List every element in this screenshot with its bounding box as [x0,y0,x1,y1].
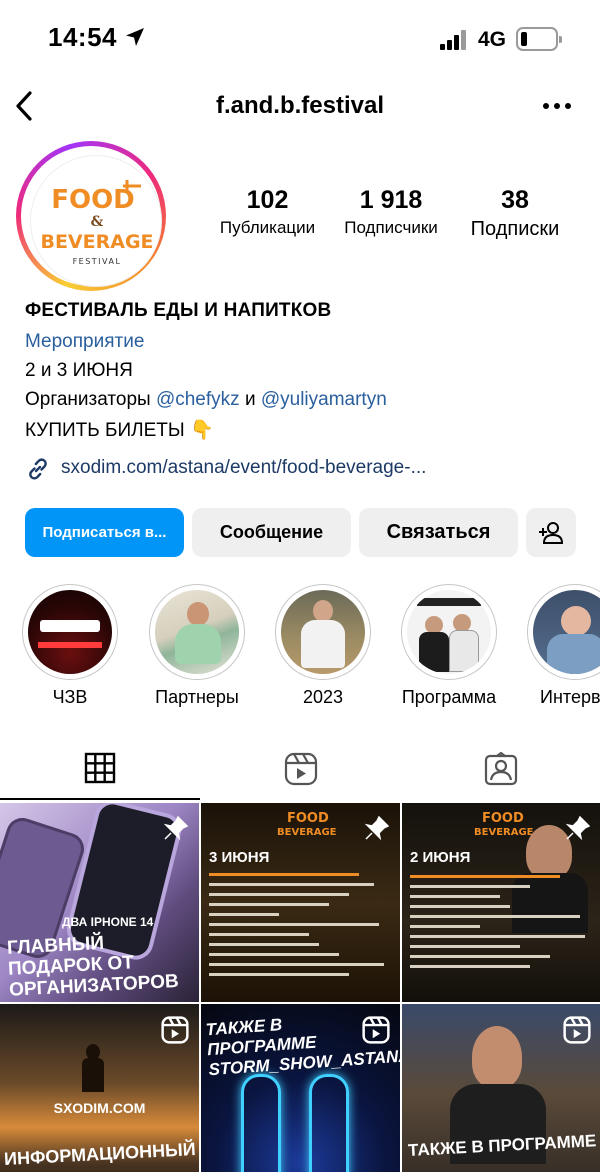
status-bar: 14:54 4G [0,0,600,80]
highlight-partners-image [155,590,239,674]
post-1-subtitle: ДВА IPHONE 14 [62,915,154,929]
suggested-users-button[interactable] [526,508,576,557]
highlight-2023[interactable]: 2023 [273,584,373,708]
festival-logo-icon: FOOD & BEVERAGE FESTIVAL [40,180,154,266]
grid-icon [84,752,116,784]
profile-link[interactable]: sxodim.com/astana/event/food-beverage-..… [25,454,585,484]
tagged-icon [484,752,518,786]
tab-reels[interactable] [200,740,400,800]
highlight-partners-label: Партнеры [155,687,239,707]
profile-display-name: ФЕСТИВАЛЬ ЕДЫ И НАПИТКОВ [25,300,332,321]
bio-dates: 2 и 3 ИЮНЯ [25,360,133,381]
post-3-title: 2 ИЮНЯ [410,849,471,866]
post-item-1[interactable]: ДВА IPHONE 14 ГЛАВНЫЙ ПОДАРОК ОТ ОРГАНИЗ… [0,803,199,1002]
stat-followers-count: 1 918 [359,186,423,214]
organizers-label: Организаторы [25,389,151,410]
stat-posts[interactable]: 102 Публикации [205,186,330,238]
highlight-interview-label: Интервь [540,687,600,707]
highlight-chzv-image [28,590,112,674]
profile-link-text[interactable]: sxodim.com/astana/event/food-beverage-..… [61,457,426,479]
highlight-partners[interactable]: Партнеры [147,584,247,708]
highlight-program-label: Программа [401,687,497,707]
bio-buy-tickets: КУПИТЬ БИЛЕТЫ 👇 [25,420,214,441]
highlight-interview[interactable]: Интервь [525,584,600,708]
stat-posts-label: Публикации [219,218,316,237]
svg-text:FESTIVAL: FESTIVAL [73,257,122,266]
post-4-subtitle: SXODIM.COM [53,1100,146,1116]
stat-following-label: Подписки [470,218,560,240]
post-item-4[interactable]: SXODIM.COM ИНФОРМАЦИОННЫЙ [0,1004,199,1172]
mention-yuliyamartyn[interactable]: @yuliyamartyn [261,389,387,410]
stat-posts-count: 102 [246,186,289,214]
reels-badge-icon [362,1016,390,1044]
profile-category[interactable]: Мероприятие [25,331,585,353]
highlight-chzv-label: ЧЗВ [52,687,88,707]
highlight-2023-label: 2023 [302,687,344,707]
more-options-icon[interactable] [540,92,574,120]
message-button[interactable]: Сообщение [192,508,351,557]
status-time: 14:54 [48,22,117,52]
stat-followers[interactable]: 1 918 Подписчики [331,186,451,238]
avatar-story-ring[interactable]: FOOD & BEVERAGE FESTIVAL [16,141,166,291]
post-1-title: ГЛАВНЫЙ ПОДАРОК ОТ ОРГАНИЗАТОРОВ [6,932,180,1001]
svg-text:&: & [91,214,104,230]
pin-icon [565,815,591,841]
tab-tagged[interactable] [400,740,600,800]
contact-button[interactable]: Связаться [359,508,518,557]
highlight-program[interactable]: Программа [399,584,499,708]
pin-icon [163,815,189,841]
avatar: FOOD & BEVERAGE FESTIVAL [30,155,162,287]
stat-followers-label: Подписчики [344,218,438,237]
highlight-program-image [407,590,491,674]
follow-button[interactable]: Подписаться в... [25,508,184,557]
highlight-2023-image [281,590,365,674]
conjunction-text: и [244,389,256,410]
pin-icon [364,815,390,841]
stat-following[interactable]: 38 Подписки [455,186,575,241]
post-item-3[interactable]: FOOD BEVERAGE 2 ИЮНЯ [402,803,600,1002]
profile-tabs [0,740,600,800]
reels-icon [284,752,318,786]
battery-icon [516,27,562,51]
post-2-title: 3 ИЮНЯ [209,849,270,866]
highlight-chzv[interactable]: ЧЗВ [20,584,120,708]
post-item-5[interactable]: ТАКЖЕ В ПРОГРАММЕ STORM_SHOW_ASTANA [201,1004,400,1172]
reels-badge-icon [563,1016,591,1044]
location-arrow-icon [126,28,144,46]
profile-header: f.and.b.festival [0,80,600,132]
highlight-interview-image [533,590,600,674]
svg-text:FOOD: FOOD [51,185,135,215]
reels-badge-icon [161,1016,189,1044]
stat-following-count: 38 [501,186,529,214]
svg-text:BEVERAGE: BEVERAGE [40,231,153,253]
mention-chefykz[interactable]: @chefykz [156,389,240,410]
tab-posts-grid[interactable] [0,740,200,800]
link-icon [29,458,47,480]
signal-icon [440,30,468,50]
add-person-icon [539,522,564,544]
post-item-6[interactable]: ТАКЖЕ В ПРОГРАММЕ [402,1004,600,1172]
post-4-title: ИНФОРМАЦИОННЫЙ [3,1138,197,1170]
bio-organizers: Организаторы @chefykz и @yuliyamartyn [25,389,585,411]
network-type: 4G [478,28,507,51]
post-item-2[interactable]: FOOD BEVERAGE 3 ИЮНЯ [201,803,400,1002]
profile-bio: ФЕСТИВАЛЬ ЕДЫ И НАПИТКОВ Мероприятие 2 и… [25,300,585,442]
profile-username: f.and.b.festival [215,92,385,119]
